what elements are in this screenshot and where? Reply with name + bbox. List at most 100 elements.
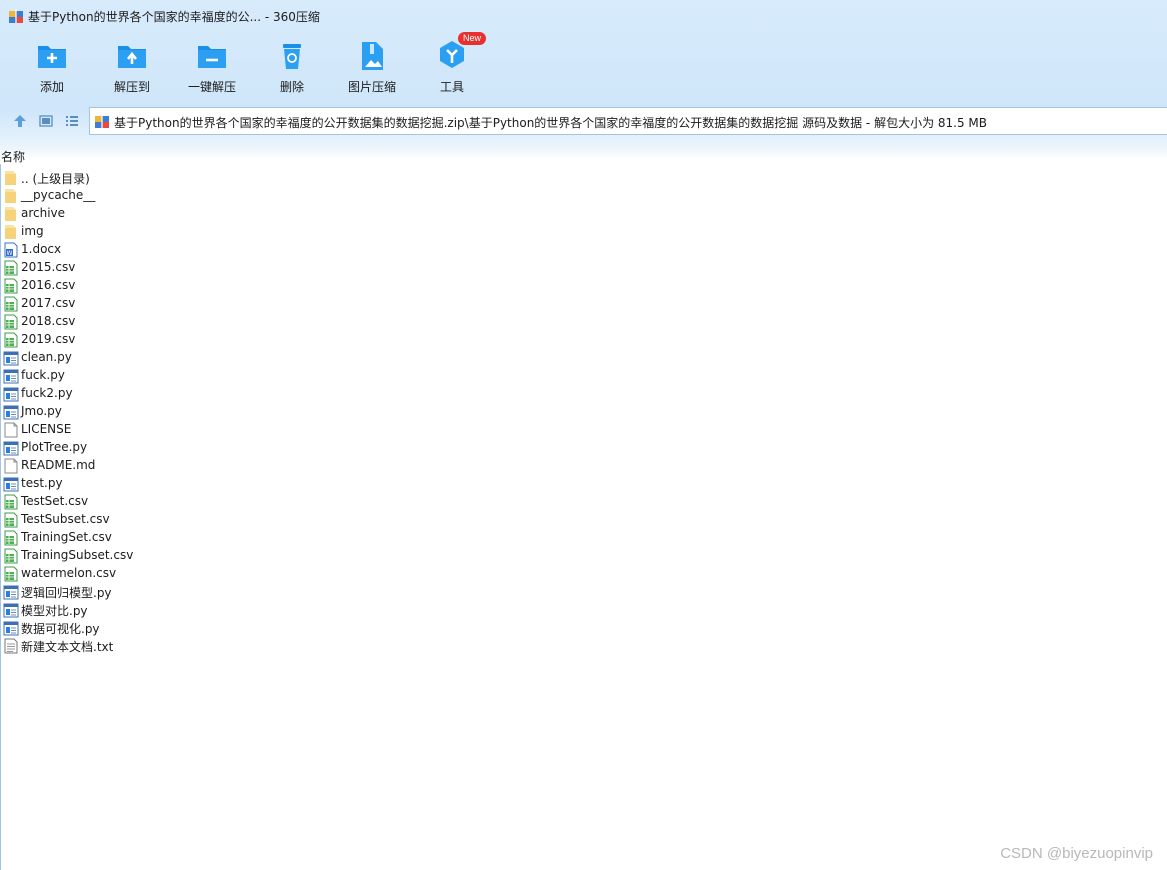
file-name: TestSubset.csv [21,512,110,526]
file-name: 2017.csv [21,296,76,310]
file-name: Jmo.py [21,404,62,418]
file-list-item[interactable]: 2019.csv [0,331,600,349]
toolbar-button-5[interactable]: 图片压缩 [332,36,412,96]
python-file-icon [3,369,19,384]
file-name: __pycache__ [21,188,96,202]
python-file-icon [3,351,19,366]
file-name: 2019.csv [21,332,76,346]
file-name: 2016.csv [21,278,76,292]
spreadsheet-icon [4,566,18,582]
file-name: LICENSE [21,422,72,436]
app-logo-icon [9,9,23,23]
add-folder-icon [38,46,66,68]
file-name: TrainingSubset.csv [21,548,134,562]
file-list-item[interactable]: TestSet.csv [0,493,600,511]
file-name: 数据可视化.py [21,622,100,636]
file-list-item[interactable]: __pycache__ [0,187,600,205]
file-list-item[interactable]: 2018.csv [0,313,600,331]
file-list-item[interactable]: 逻辑回归模型.py [0,583,600,601]
folder-icon [5,225,16,239]
archive-file-icon [95,114,109,128]
python-file-icon [3,585,19,600]
file-list-item[interactable]: TrainingSet.csv [0,529,600,547]
toolbar-button-1[interactable]: 添加 [12,36,92,96]
file-list-item[interactable]: Jmo.py [0,403,600,421]
toolbar-button-label: 一键解压 [187,80,236,94]
spreadsheet-icon [4,332,18,348]
address-bar[interactable]: 基于Python的世界各个国家的幸福度的公开数据集的数据挖掘.zip\基于Pyt… [89,107,1167,135]
list-view-icon[interactable] [63,112,81,130]
svg-text:W: W [7,250,13,257]
file-list-item[interactable]: watermelon.csv [0,565,600,583]
thumbnail-view-icon[interactable] [37,112,55,130]
new-badge: New [458,32,487,45]
toolbar-button-label: 删除 [279,80,304,94]
column-header-label: 名称 [1,150,26,164]
file-name: 模型对比.py [21,604,88,618]
file-list-item[interactable]: fuck2.py [0,385,600,403]
spreadsheet-icon [4,494,18,510]
file-list: .. (上级目录) __pycache__ archive img W 1.docx 201… [0,169,600,655]
file-name: README.md [21,458,96,472]
file-list-item[interactable]: archive [0,205,600,223]
file-list-item[interactable]: test.py [0,475,600,493]
file-list-item[interactable]: TrainingSubset.csv [0,547,600,565]
file-list-item[interactable]: clean.py [0,349,600,367]
column-header-name[interactable]: 名称 [0,146,1167,164]
python-file-icon [3,477,19,492]
file-list-item[interactable]: img [0,223,600,241]
spreadsheet-icon [4,278,18,294]
file-name: fuck2.py [21,386,73,400]
toolbar: 添加 解压到 一键解压 删除 图片压缩 工具 New [0,32,1167,98]
title-bar: 基于Python的世界各个国家的幸福度的公... - 360压缩 [0,0,1167,30]
toolbar-button-4[interactable]: 删除 [252,36,332,96]
python-file-icon [3,405,19,420]
file-list-item[interactable]: 模型对比.py [0,601,600,619]
file-list-item[interactable]: TestSubset.csv [0,511,600,529]
word-doc-icon: W [4,242,18,258]
file-list-item[interactable]: LICENSE [0,421,600,439]
window-title: 基于Python的世界各个国家的幸福度的公... - 360压缩 [28,10,320,24]
file-list-item[interactable]: 新建文本文档.txt [0,637,600,655]
file-list-item[interactable]: fuck.py [0,367,600,385]
extract-to-icon [118,46,146,68]
toolbar-button-label: 解压到 [113,80,150,94]
python-file-icon [3,621,19,636]
watermark: CSDN @biyezuopinvip [1000,845,1153,862]
toolbar-button-label: 图片压缩 [347,80,396,94]
file-list-item[interactable]: PlotTree.py [0,439,600,457]
delete-bin-icon [283,44,301,69]
spreadsheet-icon [4,314,18,330]
spreadsheet-icon [4,260,18,276]
spreadsheet-icon [4,530,18,546]
file-list-item[interactable]: .. (上级目录) [0,169,600,187]
blank-file-icon [4,422,18,438]
file-name: watermelon.csv [21,566,117,580]
one-click-extract-icon [198,46,226,68]
folder-icon [5,207,16,221]
file-list-item[interactable]: 2016.csv [0,277,600,295]
file-name: fuck.py [21,368,65,382]
toolbar-button-3[interactable]: 一键解压 [172,36,252,96]
file-list-item[interactable]: 2015.csv [0,259,600,277]
file-name: clean.py [21,350,72,364]
file-list-item[interactable]: W 1.docx [0,241,600,259]
file-list-item[interactable]: 2017.csv [0,295,600,313]
file-name: test.py [21,476,63,490]
python-file-icon [3,441,19,456]
file-list-item[interactable]: README.md [0,457,600,475]
toolbar-button-6[interactable]: 工具 New [412,32,492,96]
file-name: TrainingSet.csv [21,530,112,544]
file-name: PlotTree.py [21,440,88,454]
file-list-item[interactable]: 数据可视化.py [0,619,600,637]
image-compress-icon [362,42,383,70]
toolbar-button-2[interactable]: 解压到 [92,36,172,96]
spreadsheet-icon [4,296,18,312]
file-name: .. (上级目录) [21,172,90,186]
python-file-icon [3,603,19,618]
python-file-icon [3,387,19,402]
up-arrow-icon[interactable] [11,112,29,130]
text-file-icon [4,638,18,654]
file-name: 2015.csv [21,260,76,274]
address-path: 基于Python的世界各个国家的幸福度的公开数据集的数据挖掘.zip\基于Pyt… [114,116,988,130]
